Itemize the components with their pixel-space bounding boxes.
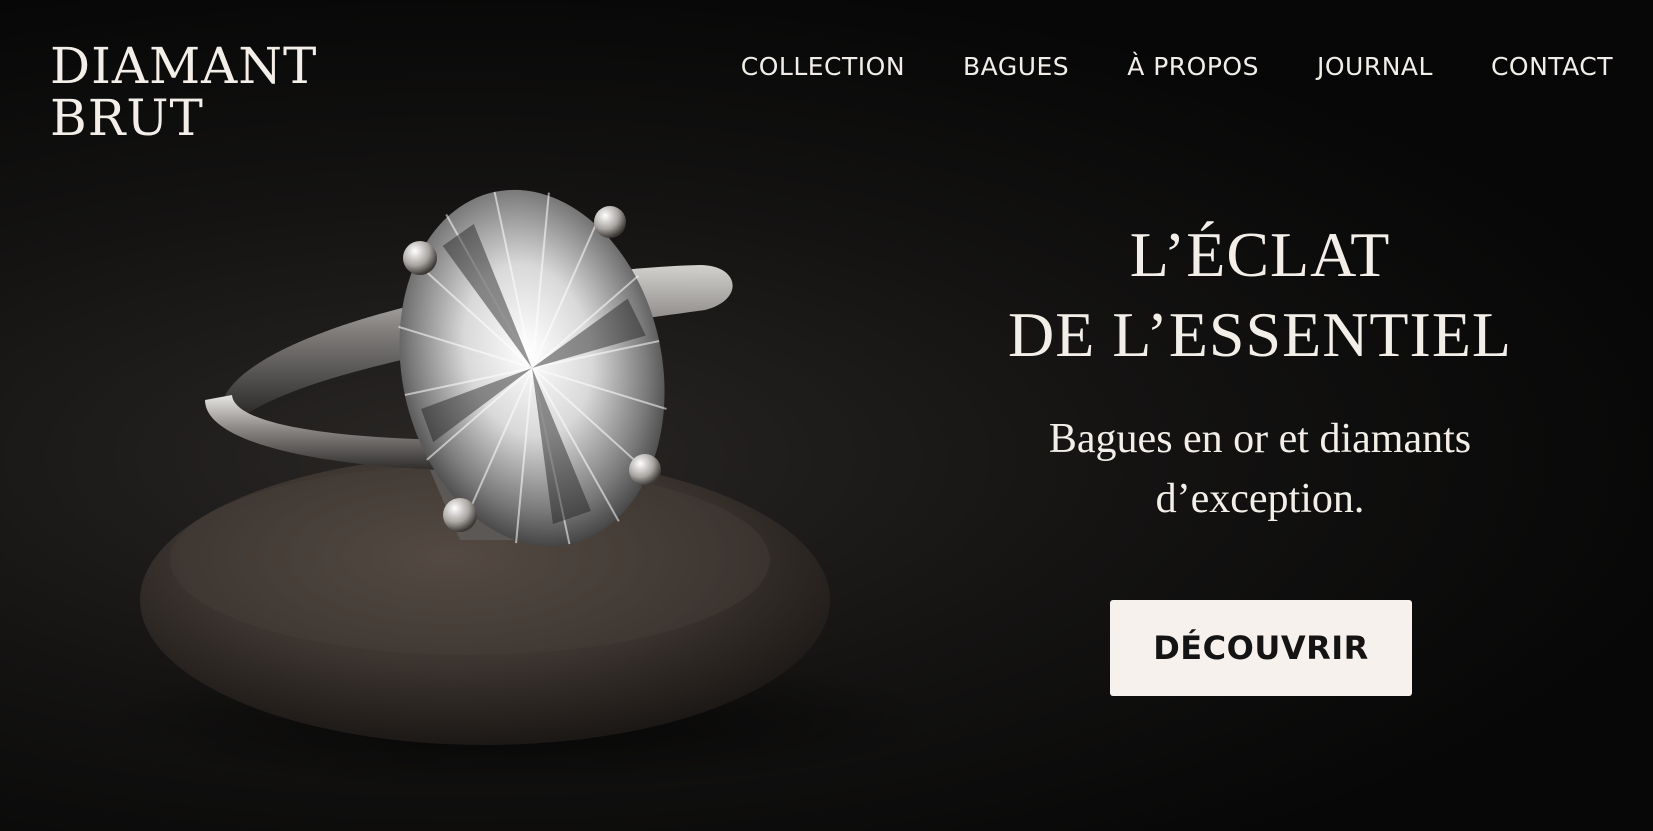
brand-logo-line1: DIAMANT bbox=[50, 37, 318, 95]
nav-link-contact[interactable]: CONTACT bbox=[1491, 52, 1613, 81]
nav-link-bagues[interactable]: BAGUES bbox=[963, 52, 1069, 81]
main-nav: COLLECTION BAGUES À PROPOS JOURNAL CONTA… bbox=[741, 52, 1613, 81]
nav-link-journal[interactable]: JOURNAL bbox=[1317, 52, 1433, 81]
hero-copy: L’ÉCLAT DE L’ESSENTIEL Bagues en or et d… bbox=[960, 215, 1560, 529]
hero-subheadline-line2: d’exception. bbox=[1155, 476, 1365, 522]
brand-logo-line2: BRUT bbox=[50, 89, 204, 147]
nav-link-collection[interactable]: COLLECTION bbox=[741, 52, 905, 81]
hero-headline: L’ÉCLAT DE L’ESSENTIEL bbox=[960, 215, 1560, 375]
hero-subheadline: Bagues en or et diamants d’exception. bbox=[960, 409, 1560, 529]
nav-link-a-propos[interactable]: À PROPOS bbox=[1127, 52, 1259, 81]
hero-headline-line2: DE L’ESSENTIEL bbox=[1007, 299, 1513, 370]
landing-page: DIAMANT BRUT COLLECTION BAGUES À PROPOS … bbox=[0, 0, 1653, 831]
brand-logo[interactable]: DIAMANT BRUT bbox=[50, 40, 317, 144]
hero-subheadline-line1: Bagues en or et diamants bbox=[1048, 416, 1472, 462]
hero-headline-line1: L’ÉCLAT bbox=[1129, 219, 1391, 290]
discover-button[interactable]: DÉCOUVRIR bbox=[1110, 600, 1412, 696]
